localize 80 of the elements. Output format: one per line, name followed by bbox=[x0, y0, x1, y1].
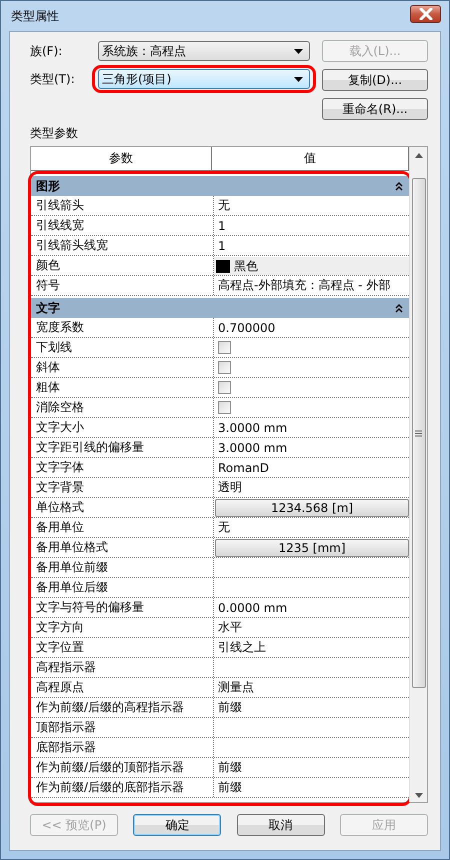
parameter-name: 引线箭头线宽 bbox=[31, 236, 214, 255]
dialog-button[interactable]: 确定 bbox=[133, 814, 222, 836]
parameter-value: 3.0000 mm bbox=[218, 440, 288, 454]
parameter-name: 引线线宽 bbox=[31, 216, 214, 235]
parameter-name: 引线箭头 bbox=[31, 196, 214, 215]
dialog-button[interactable]: 重命名(R)... bbox=[322, 98, 428, 120]
dropdown-arrow-icon bbox=[294, 48, 303, 54]
color-field[interactable]: 黑色 bbox=[214, 256, 409, 275]
dropdown-field[interactable]: 三角形(项目) bbox=[98, 69, 310, 89]
parameter-value: 1 bbox=[218, 218, 226, 232]
scrollbar-thumb[interactable] bbox=[412, 178, 426, 688]
format-button[interactable]: 1235 [mm] bbox=[215, 538, 409, 556]
parameter-name: 作为前缀/后缀的底部指示器 bbox=[31, 778, 214, 797]
parameter-name: 下划线 bbox=[31, 338, 214, 357]
group-header[interactable]: 图形 bbox=[31, 174, 409, 196]
parameter-value: 0.0000 mm bbox=[218, 600, 288, 614]
parameter-name: 作为前缀/后缀的顶部指示器 bbox=[31, 758, 214, 777]
column-header[interactable]: 值 bbox=[212, 147, 409, 171]
scroll-down-icon[interactable] bbox=[414, 793, 422, 798]
parameter-value: 测量点 bbox=[218, 679, 254, 696]
section-label: 类型参数 bbox=[30, 125, 79, 142]
group-title: 文字 bbox=[36, 300, 60, 316]
parameter-value: 无 bbox=[218, 197, 230, 214]
parameter-name: 高程原点 bbox=[31, 678, 214, 697]
column-header[interactable]: 参数 bbox=[31, 147, 212, 171]
close-button[interactable] bbox=[410, 5, 441, 23]
parameter-name: 文字背景 bbox=[31, 478, 214, 497]
format-button[interactable]: 1234.568 [m] bbox=[215, 498, 409, 516]
parameter-name: 备用单位格式 bbox=[31, 538, 214, 557]
parameter-name: 斜体 bbox=[31, 358, 214, 377]
dialog-button[interactable]: 复制(D)... bbox=[322, 69, 428, 91]
dropdown-arrow-icon bbox=[294, 76, 303, 82]
field-label: 类型(T): bbox=[30, 70, 76, 88]
parameter-name: 文字方向 bbox=[31, 618, 214, 637]
parameter-name: 备用单位前缀 bbox=[31, 558, 214, 577]
parameter-name: 备用单位后缀 bbox=[31, 578, 214, 597]
parameter-name: 顶部指示器 bbox=[31, 718, 214, 737]
parameter-name: 文字距引线的偏移量 bbox=[31, 438, 214, 457]
parameter-name: 作为前缀/后缀的高程指示器 bbox=[31, 698, 214, 717]
checkbox[interactable] bbox=[218, 341, 231, 354]
parameter-value: 无 bbox=[218, 519, 230, 536]
parameter-value: 高程点-外部填充：高程点 - 外部 bbox=[218, 277, 390, 294]
parameter-name: 文字位置 bbox=[31, 638, 214, 657]
parameter-value: RomanD bbox=[218, 460, 270, 474]
checkbox[interactable] bbox=[218, 401, 231, 414]
parameter-name: 底部指示器 bbox=[31, 738, 214, 757]
parameter-name: 文字字体 bbox=[31, 458, 214, 477]
dialog-button[interactable]: 取消 bbox=[236, 814, 325, 836]
parameter-name: 备用单位 bbox=[31, 518, 214, 537]
scrollbar[interactable] bbox=[409, 147, 427, 802]
parameter-value: 透明 bbox=[218, 479, 242, 496]
checkbox[interactable] bbox=[218, 361, 231, 374]
group-title: 图形 bbox=[36, 178, 60, 194]
parameter-name: 文字大小 bbox=[31, 418, 214, 437]
collapse-icon[interactable] bbox=[395, 304, 403, 312]
parameter-value: 前缀 bbox=[218, 759, 242, 776]
parameter-value: 水平 bbox=[218, 619, 242, 636]
color-name: 黑色 bbox=[234, 258, 258, 274]
close-icon bbox=[418, 8, 432, 20]
scroll-up-icon[interactable] bbox=[414, 153, 422, 158]
window-title: 类型属性 bbox=[10, 8, 59, 24]
checkbox[interactable] bbox=[218, 381, 231, 394]
parameter-name: 单位格式 bbox=[31, 498, 214, 517]
parameter-name: 粗体 bbox=[31, 378, 214, 397]
grip-icon bbox=[415, 430, 422, 436]
parameter-value: 前缀 bbox=[218, 779, 242, 796]
parameter-value: 引线之上 bbox=[218, 639, 266, 656]
parameter-value: 3.0000 mm bbox=[218, 420, 288, 434]
parameter-name: 符号 bbox=[31, 276, 214, 295]
field-label: 族(F): bbox=[30, 42, 64, 60]
collapse-icon[interactable] bbox=[395, 182, 403, 190]
parameter-name: 文字与符号的偏移量 bbox=[31, 598, 214, 617]
group-header[interactable]: 文字 bbox=[31, 296, 409, 318]
parameter-name: 宽度系数 bbox=[31, 318, 214, 337]
parameter-name: 高程指示器 bbox=[31, 658, 214, 677]
dropdown-field[interactable]: 系统族：高程点 bbox=[98, 41, 310, 61]
parameter-value: 0.700000 bbox=[218, 320, 276, 334]
parameter-value: 前缀 bbox=[218, 699, 242, 716]
parameter-value: 1 bbox=[218, 238, 226, 252]
parameter-name: 消除空格 bbox=[31, 398, 214, 417]
